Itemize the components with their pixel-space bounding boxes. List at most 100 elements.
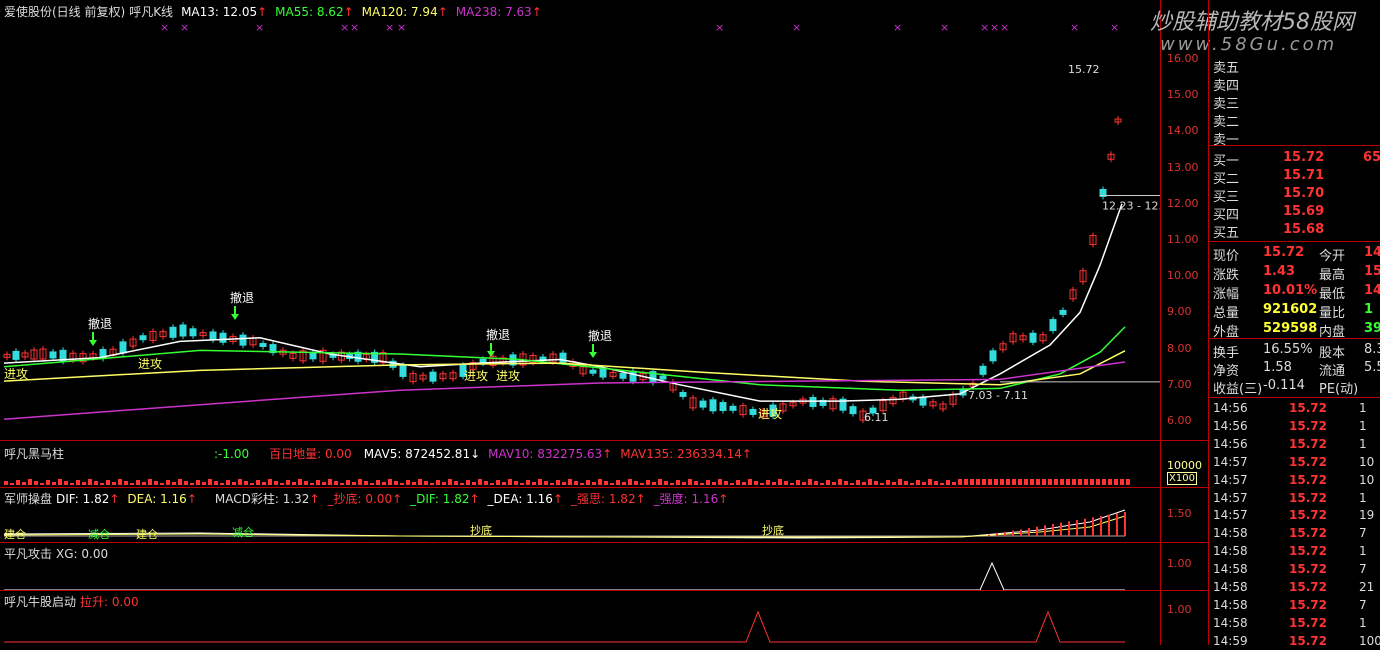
- quote-row: 现价 15.72 今开 14: [1209, 244, 1380, 264]
- kline-chart[interactable]: 爱使股份(日线 前复权) 呼凡K线 MA13: 12.05↑ MA55: 8.62↑ M…: [0, 0, 1208, 645]
- volume-bar: [1066, 479, 1070, 485]
- tick-row[interactable]: 14:59 15.72 100: [1209, 633, 1380, 650]
- tick-row[interactable]: 14:58 15.72 7: [1209, 561, 1380, 578]
- tick-row[interactable]: 14:57 15.72 10: [1209, 454, 1380, 471]
- macd-bar: [1012, 530, 1014, 536]
- volume-bar: [508, 479, 512, 485]
- volume-bar: [1126, 479, 1130, 485]
- vol-axis-unit: X100: [1167, 472, 1197, 485]
- bid-row[interactable]: 买三 15.70: [1209, 185, 1380, 205]
- volume-bar: [1078, 479, 1082, 485]
- tick-row[interactable]: 14:56 15.72 1: [1209, 418, 1380, 435]
- xg-title: 平凡攻击: [4, 547, 53, 561]
- tick-row[interactable]: 14:58 15.72 21: [1209, 579, 1380, 596]
- up-arrow-icon: ↑: [186, 492, 197, 506]
- price-tick: 14.00: [1167, 124, 1199, 138]
- bid-row[interactable]: 买二 15.71: [1209, 167, 1380, 187]
- signal-mark: ×: [180, 21, 189, 34]
- ask-row[interactable]: 卖四: [1209, 74, 1380, 94]
- tick-row[interactable]: 14:56 15.72 1: [1209, 400, 1380, 417]
- volume-bar: [814, 481, 818, 485]
- volume-bar: [250, 483, 254, 485]
- tick-price: 15.72: [1289, 401, 1327, 415]
- volume-bar: [412, 482, 416, 485]
- volume-bar: [628, 479, 632, 485]
- volume-bar: [712, 482, 716, 485]
- up-arrow-icon: ↑: [309, 492, 320, 506]
- bid-row[interactable]: 买四 15.69: [1209, 203, 1380, 223]
- volume-bar: [934, 481, 938, 485]
- volume-bar: [1120, 479, 1124, 485]
- volume-bar: [922, 482, 926, 485]
- tick-volume: 1: [1359, 436, 1367, 451]
- ask-row[interactable]: 卖一: [1209, 128, 1380, 148]
- down-arrow-icon: ↓: [470, 447, 481, 461]
- ask-row[interactable]: 卖五: [1209, 56, 1380, 76]
- volume-bar: [370, 483, 374, 485]
- tick-row[interactable]: 14:58 15.72 1: [1209, 543, 1380, 560]
- volume-bar: [1042, 479, 1046, 485]
- bull-axis-label: 1.00: [1167, 603, 1192, 616]
- signal-mark: ×: [1070, 21, 1079, 34]
- xg-panel-header: 平凡攻击 XG: 0.00: [4, 545, 116, 562]
- price-tick: 7.00: [1167, 377, 1192, 391]
- volume-bar: [868, 479, 872, 485]
- retreat-signal: 撤退: [486, 327, 510, 342]
- volume-bar: [88, 479, 92, 485]
- tick-row[interactable]: 14:57 15.72 19: [1209, 507, 1380, 524]
- low-range-label: 7.03 - 7.11: [968, 389, 1028, 402]
- finance-value: 8.3: [1364, 342, 1380, 357]
- ask-row[interactable]: 卖二: [1209, 110, 1380, 130]
- volume-bar: [100, 483, 104, 485]
- volume-bar: [1084, 479, 1088, 485]
- tick-price: 15.72: [1289, 562, 1327, 577]
- signal-mark: ×: [1000, 21, 1009, 34]
- volume-bar: [502, 482, 506, 485]
- bid-row[interactable]: 买五 15.68: [1209, 221, 1380, 241]
- attack-signal: 进攻: [4, 367, 28, 381]
- tick-row[interactable]: 14:57 15.72 1: [1209, 490, 1380, 507]
- volume-bar: [232, 482, 236, 485]
- bid-row[interactable]: 买一 15.72 65: [1209, 149, 1380, 169]
- volume-bar: [688, 479, 692, 485]
- order-price: 15.71: [1283, 168, 1325, 183]
- volume-bar: [196, 480, 200, 485]
- volume-bar: [640, 483, 644, 485]
- volume-bar: [424, 481, 428, 485]
- tick-row[interactable]: 14:57 15.72 10: [1209, 472, 1380, 489]
- volume-bar: [652, 482, 656, 485]
- volume-bar: [16, 480, 20, 485]
- tick-price: 15.72: [1289, 436, 1327, 451]
- tick-row[interactable]: 14:56 15.72 1: [1209, 436, 1380, 453]
- volume-bar: [484, 481, 488, 485]
- tick-price: 15.72: [1289, 580, 1327, 594]
- order-volume: 65: [1363, 150, 1380, 165]
- volume-bar: [670, 483, 674, 485]
- volume-bar: [676, 480, 680, 485]
- ask-row[interactable]: 卖三: [1209, 92, 1380, 112]
- macd-bar: [1044, 525, 1046, 536]
- tick-row[interactable]: 14:58 15.72 1: [1209, 615, 1380, 632]
- price-tick: 15.00: [1167, 88, 1199, 102]
- volume-bar: [994, 479, 998, 485]
- volume-bar: [244, 481, 248, 485]
- volume-bar: [550, 483, 554, 485]
- volume-bar: [892, 482, 896, 485]
- volume-bar: [466, 480, 470, 485]
- vol-v1: :-1.00: [214, 447, 250, 461]
- macd-bar: [1076, 520, 1078, 536]
- volume-bar: [622, 482, 626, 485]
- tick-row[interactable]: 14:58 15.72 7: [1209, 525, 1380, 542]
- volume-bar: [472, 482, 476, 485]
- down-arrow-icon: [589, 344, 597, 358]
- volume-bar: [70, 483, 74, 485]
- tick-volume: 7: [1359, 597, 1367, 612]
- tick-row[interactable]: 14:58 15.72 7: [1209, 597, 1380, 614]
- volume-bar: [1072, 479, 1076, 485]
- volume-bar: [802, 482, 806, 485]
- quote-panel: 卖五 卖四 卖三 卖二 卖一 买一 15.72 65 买二 15.71 买三 1…: [1208, 0, 1380, 648]
- quote-divider: [1209, 338, 1380, 339]
- volume-bar: [46, 480, 50, 485]
- volume-bar: [748, 479, 752, 485]
- tick-volume: 100: [1359, 633, 1380, 648]
